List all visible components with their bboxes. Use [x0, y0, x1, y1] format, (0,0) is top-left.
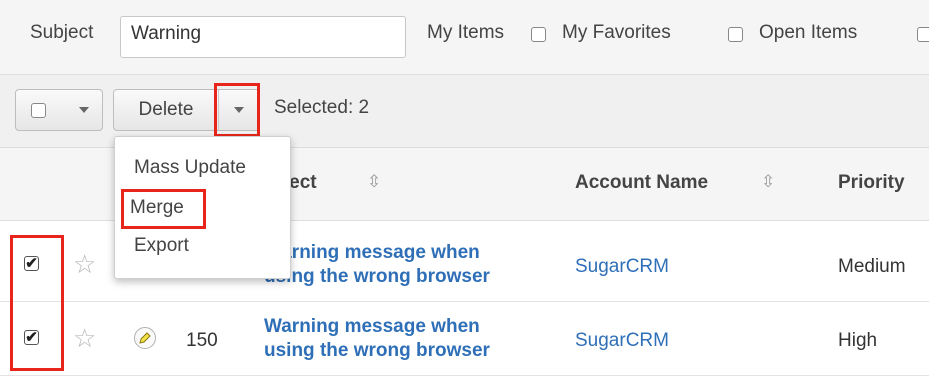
column-header-priority[interactable]: Priority [838, 172, 905, 194]
sort-icon[interactable]: ⇳ [761, 172, 775, 192]
priority-value: Medium [838, 256, 906, 277]
highlight-row-checkboxes [10, 235, 64, 371]
my-favorites-label: My Favorites [562, 22, 671, 43]
pencil-icon[interactable] [134, 327, 156, 349]
subject-filter-input[interactable]: Warning [120, 16, 406, 58]
star-icon[interactable]: ☆ [73, 323, 96, 354]
subject-line-2: using the wrong browser [264, 266, 490, 287]
my-items-label: My Items [427, 22, 505, 43]
subject-line-1: Warning message when [264, 242, 480, 263]
menu-item-mass-update[interactable]: Mass Update [134, 157, 246, 179]
account-link[interactable]: SugarCRM [575, 330, 669, 352]
sort-icon[interactable]: ⇳ [367, 172, 381, 192]
column-header-account-name[interactable]: Account Name [575, 172, 708, 194]
table-row: ✔ ☆ 150 Warning message when using the w… [0, 303, 929, 376]
account-link[interactable]: SugarCRM [575, 256, 669, 278]
highlight-merge [121, 189, 206, 229]
subject-link[interactable]: Warning message when using the wrong bro… [264, 241, 564, 289]
star-icon[interactable]: ☆ [73, 249, 96, 280]
select-all-checkbox[interactable] [31, 103, 46, 118]
chevron-down-icon [79, 107, 89, 113]
filter-bar: Subject Warning My Items My Favorites Op… [0, 0, 929, 75]
priority-value: High [838, 330, 878, 351]
my-items-checkbox[interactable] [531, 27, 546, 42]
open-items-label: Open Items [759, 22, 858, 43]
open-items-checkbox[interactable] [917, 27, 929, 42]
menu-item-export[interactable]: Export [134, 235, 189, 257]
subject-line-2: using the wrong browser [264, 340, 490, 361]
mass-select-dropdown[interactable] [15, 89, 103, 131]
subject-line-1: Warning message when [264, 316, 480, 337]
selected-count: Selected: 2 [274, 97, 370, 118]
subject-link[interactable]: Warning message when using the wrong bro… [264, 315, 564, 363]
subject-filter-label: Subject [30, 22, 94, 43]
case-number: 150 [186, 330, 218, 351]
delete-button[interactable]: Delete [114, 90, 218, 130]
highlight-dropdown-toggle [214, 83, 260, 137]
my-favorites-checkbox[interactable] [728, 27, 743, 42]
